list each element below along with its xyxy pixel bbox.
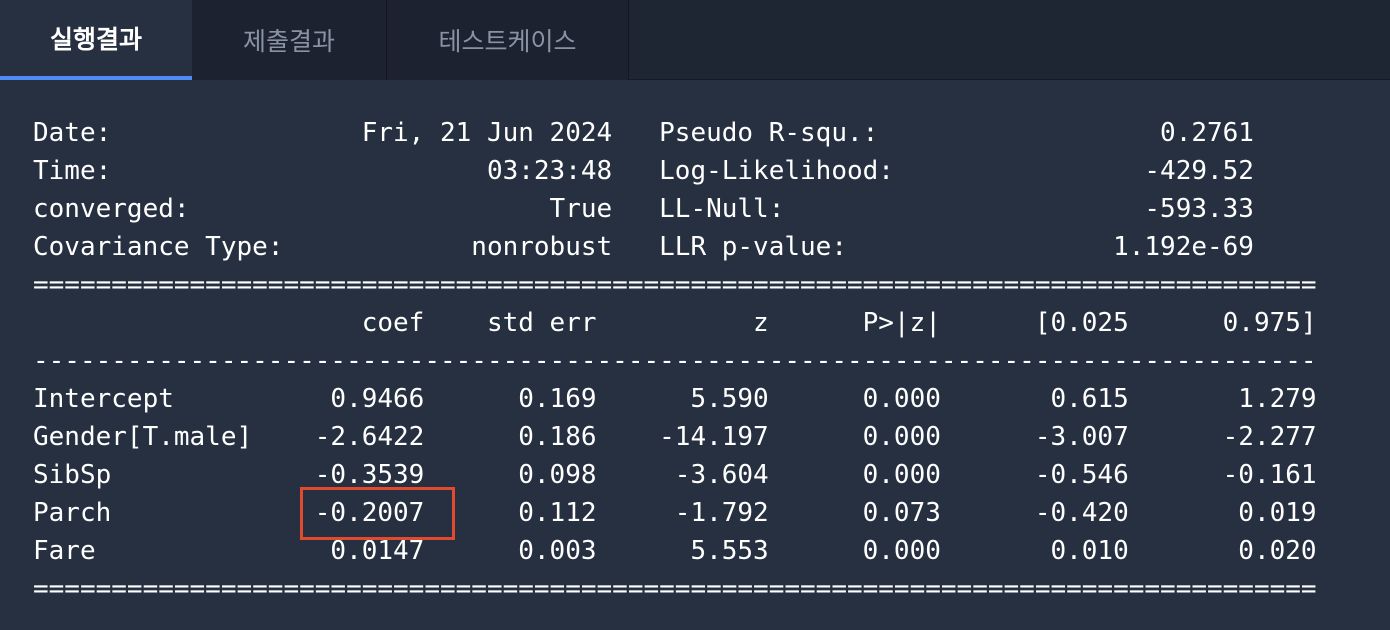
separator-double-bottom: ========================================…	[33, 574, 1317, 604]
table-row-fare: Fare 0.0147 0.003 5.553 0.000 0.010 0.02…	[33, 536, 1317, 566]
output-line-covariance: Covariance Type: nonrobust LLR p-value: …	[33, 232, 1254, 262]
separator-single: ----------------------------------------…	[33, 346, 1317, 376]
tab-submit-result[interactable]: 제출결과	[192, 0, 387, 80]
tab-run-result[interactable]: 실행결과	[0, 0, 192, 80]
table-row-gender: Gender[T.male] -2.6422 0.186 -14.197 0.0…	[33, 422, 1317, 452]
table-row-sibsp: SibSp -0.3539 0.098 -3.604 0.000 -0.546 …	[33, 460, 1317, 490]
table-header: coef std err z P>|z| [0.025 0.975]	[33, 308, 1317, 338]
highlight-box-parch-coef	[300, 487, 455, 540]
table-row-intercept: Intercept 0.9466 0.169 5.590 0.000 0.615…	[33, 384, 1317, 414]
output-panel: Date: Fri, 21 Jun 2024 Pseudo R-squ.: 0.…	[0, 80, 1390, 630]
tab-bar: 실행결과 제출결과 테스트케이스	[0, 0, 1390, 80]
tab-test-cases[interactable]: 테스트케이스	[387, 0, 629, 80]
output-line-time: Time: 03:23:48 Log-Likelihood: -429.52	[33, 156, 1254, 186]
table-row-parch: Parch -0.2007 0.112 -1.792 0.073 -0.420 …	[33, 498, 1317, 528]
separator-double-top: ========================================…	[33, 270, 1317, 300]
output-line-converged: converged: True LL-Null: -593.33	[33, 194, 1254, 224]
output-line-date: Date: Fri, 21 Jun 2024 Pseudo R-squ.: 0.…	[33, 118, 1254, 148]
